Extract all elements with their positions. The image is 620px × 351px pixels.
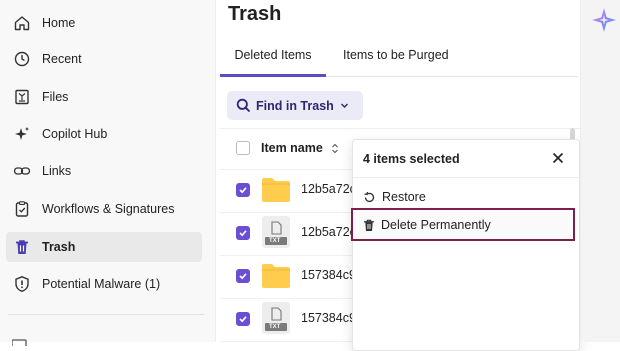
sidebar-item-label: Links [42, 164, 72, 178]
sidebar-item-label: Trash [42, 240, 76, 254]
popover-divider [353, 177, 579, 178]
sidebar-overflow-icon [11, 333, 40, 349]
select-all-checkbox[interactable] [236, 141, 250, 155]
folder-icon [262, 178, 290, 202]
check-icon [239, 316, 247, 323]
sidebar-item-workflows[interactable]: Workflows & Signatures [6, 194, 202, 224]
restore-icon [364, 191, 375, 202]
sidebar-item-files[interactable]: Files [6, 82, 202, 112]
sidebar-item-label: Workflows & Signatures [42, 202, 175, 216]
sidebar-item-potential-malware[interactable]: Potential Malware (1) [6, 269, 202, 299]
right-rail [580, 0, 620, 342]
check-icon [239, 230, 247, 237]
clipboard-check-icon [12, 199, 32, 219]
sidebar-item-label: Recent [42, 52, 82, 66]
trash-icon [364, 219, 374, 231]
row-checkbox[interactable] [236, 269, 250, 283]
sidebar-divider [8, 314, 204, 315]
shield-alert-icon [12, 274, 32, 294]
sidebar-item-copilot-hub[interactable]: Copilot Hub [6, 119, 202, 149]
copilot-sparkle-icon[interactable] [591, 7, 617, 33]
item-name: 157384c9 [301, 311, 356, 325]
page-title: Trash [228, 3, 282, 25]
check-icon [239, 273, 247, 280]
sidebar-item-recent[interactable]: Recent [6, 44, 202, 74]
tab-items-to-be-purged[interactable]: Items to be Purged [343, 38, 449, 74]
trash-icon [12, 237, 32, 257]
clock-icon [12, 49, 32, 69]
bulk-actions-popover: 4 items selected Restore [352, 139, 580, 351]
sidebar-item-links[interactable]: Links [6, 156, 202, 186]
sidebar-item-label: Copilot Hub [42, 127, 108, 141]
sidebar-item-label: Files [42, 90, 69, 104]
row-checkbox[interactable] [236, 183, 250, 197]
sidebar-item-label: Home [42, 16, 76, 30]
tab-deleted-items[interactable]: Deleted Items [220, 38, 326, 77]
delete-permanently-item: Delete Permanently [363, 218, 491, 232]
item-name: 157384c9 [301, 268, 356, 282]
find-in-trash-button[interactable]: Find in Trash [227, 91, 363, 120]
home-icon [12, 13, 32, 33]
row-checkbox[interactable] [236, 226, 250, 240]
link-icon [12, 161, 32, 181]
delete-permanently-label: Delete Permanently [381, 218, 491, 232]
find-in-trash-label: Find in Trash [256, 98, 334, 113]
row-checkbox[interactable] [236, 312, 250, 326]
file-type-badge: TXT [269, 238, 281, 244]
search-icon [236, 98, 251, 113]
restore-button[interactable]: Restore [363, 190, 426, 204]
files-icon [12, 87, 32, 107]
sidebar-item-label: Potential Malware (1) [42, 277, 161, 291]
folder-icon [262, 264, 290, 288]
sort-icon [331, 143, 338, 153]
sidebar-item-trash[interactable]: Trash [6, 232, 202, 262]
item-name: 12b5a72c [301, 182, 356, 196]
check-icon [239, 187, 247, 194]
restore-label: Restore [382, 190, 426, 204]
tab-bar: Deleted Items Items to be Purged [220, 38, 578, 77]
chevron-down-icon [340, 103, 348, 108]
sidebar-item-home[interactable]: Home [6, 8, 202, 38]
sparkle-icon [12, 124, 32, 144]
item-name: 12b5a72c [301, 225, 356, 239]
sidebar: Home Recent Files Copilot Hub Links Work… [0, 0, 216, 349]
tab-label: Deleted Items [234, 48, 312, 62]
selection-count: 4 items selected [363, 152, 460, 166]
close-icon[interactable] [552, 152, 564, 164]
delete-permanently-button[interactable]: Delete Permanently [351, 208, 575, 241]
tab-label: Items to be Purged [343, 48, 449, 62]
column-header-label: Item name [261, 141, 323, 155]
column-header-item-name[interactable]: Item name [261, 141, 339, 155]
file-type-badge: TXT [269, 324, 281, 330]
